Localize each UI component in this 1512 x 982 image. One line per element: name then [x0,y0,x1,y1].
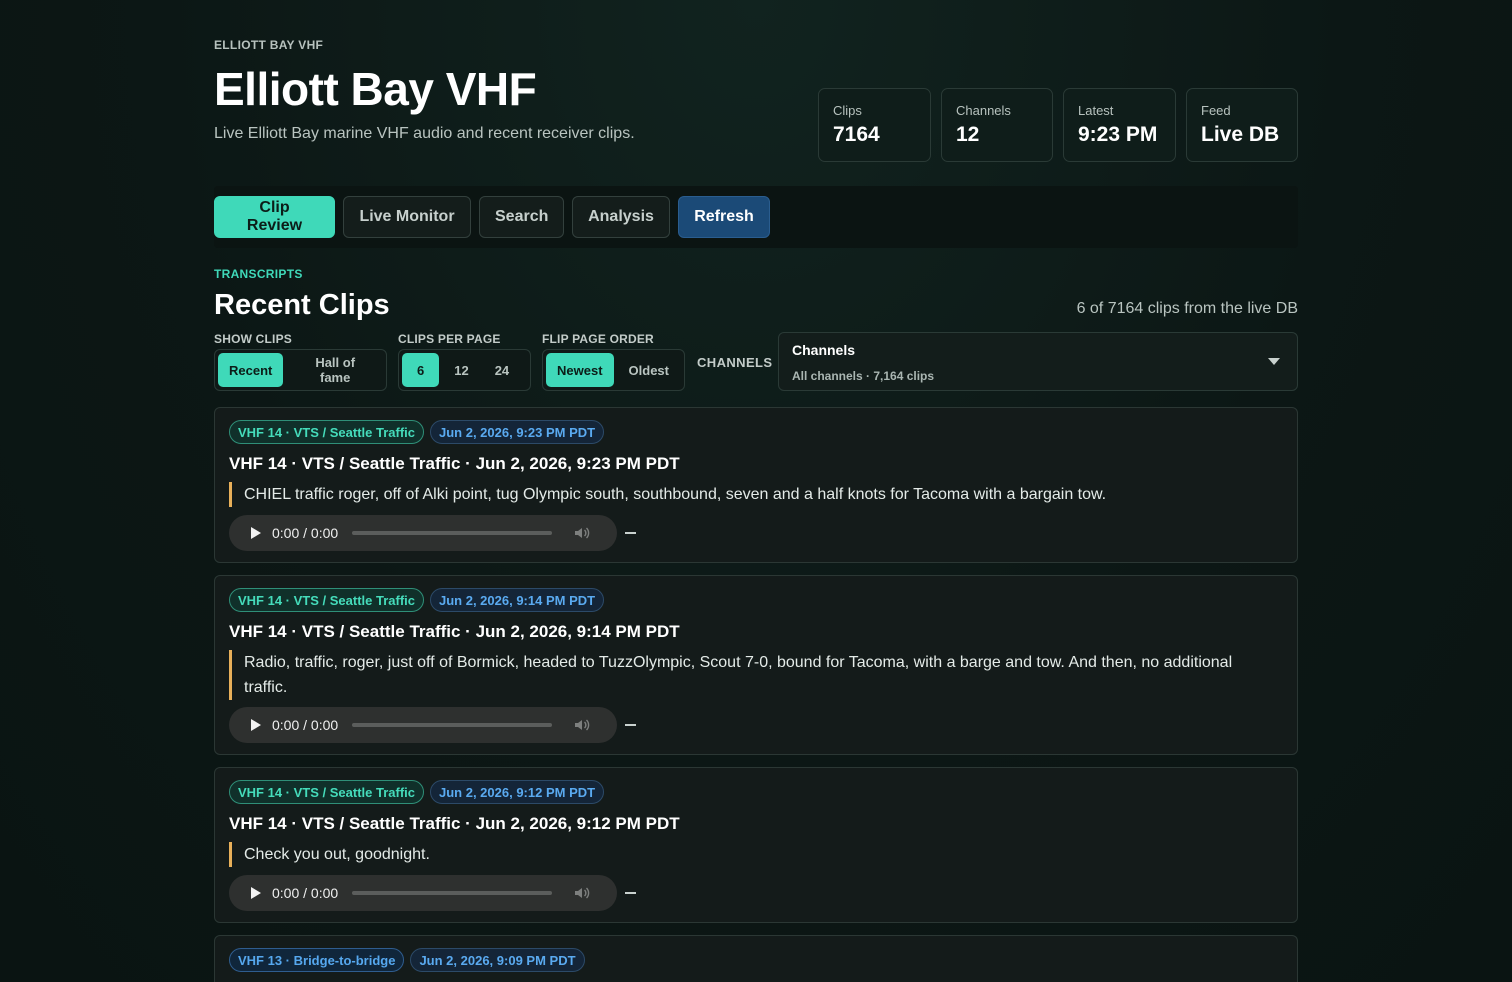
clip-title: VHF 14 · VTS / Seattle Traffic · Jun 2, … [229,622,680,641]
chevron-down-icon [1268,358,1280,365]
stat-value: 7164 [833,123,880,146]
per-page-toggle: 6 12 24 [398,349,531,391]
stat-latest: Latest 9:23 PM [1063,88,1176,162]
stat-value: 12 [956,123,980,146]
volume-icon[interactable] [574,885,590,901]
show-recent-button[interactable]: Recent [218,353,284,387]
timestamp-badge: Jun 2, 2026, 9:12 PM PDT [430,780,605,804]
per-page-24-button[interactable]: 24 [484,353,520,387]
clip-badges: VHF 14 · VTS / Seattle Traffic Jun 2, 20… [229,420,605,444]
clip-card: VHF 14 · VTS / Seattle Traffic Jun 2, 20… [214,767,1298,923]
show-clips-label: SHOW CLIPS [214,332,293,346]
stat-feed: Feed Live DB [1186,88,1298,162]
volume-icon[interactable] [574,717,590,733]
clip-card: VHF 13 · Bridge-to-bridge Jun 2, 2026, 9… [214,935,1298,982]
audio-time: 0:00 / 0:00 [272,717,339,733]
clip-card: VHF 14 · VTS / Seattle Traffic Jun 2, 20… [214,407,1298,563]
channel-badge: VHF 14 · VTS / Seattle Traffic [229,420,424,444]
volume-icon[interactable] [574,525,590,541]
tab-search[interactable]: Search [479,196,564,238]
audio-seek-bar[interactable] [352,891,553,895]
channel-badge: VHF 13 · Bridge-to-bridge [229,948,405,972]
tab-live-monitor[interactable]: Live Monitor [343,196,471,238]
section-title: Recent Clips [214,289,390,321]
refresh-button[interactable]: Refresh [678,196,770,238]
channels-dropdown-title: Channels [792,342,856,358]
audio-player: 0:00 / 0:00 [229,515,617,551]
clip-card: VHF 14 · VTS / Seattle Traffic Jun 2, 20… [214,575,1298,755]
tab-bar: Clip Review Live Monitor Search Analysis… [214,186,1298,248]
order-toggle: Newest Oldest [542,349,685,391]
stat-channels: Channels 12 [941,88,1053,162]
stat-label: Channels [956,103,1011,118]
stat-label: Clips [833,103,862,118]
audio-time: 0:00 / 0:00 [272,885,339,901]
timestamp-badge: Jun 2, 2026, 9:14 PM PDT [430,588,605,612]
play-icon[interactable] [251,887,261,899]
clip-title: VHF 14 · VTS / Seattle Traffic · Jun 2, … [229,454,680,473]
stat-label: Latest [1078,103,1114,118]
clip-transcript: Radio, traffic, roger, just off of Bormi… [229,650,1273,700]
order-oldest-button[interactable]: Oldest [618,353,680,387]
clip-count: 6 of 7164 clips from the live DB [1076,300,1298,317]
channels-dropdown-summary: All channels · 7,164 clips [792,369,935,383]
audio-time: 0:00 / 0:00 [272,525,339,541]
channel-badge: VHF 14 · VTS / Seattle Traffic [229,588,424,612]
stat-value: Live DB [1201,123,1280,146]
order-label: FLIP PAGE ORDER [542,332,654,346]
play-icon[interactable] [251,527,261,539]
tab-analysis[interactable]: Analysis [572,196,670,238]
clip-badges: VHF 13 · Bridge-to-bridge Jun 2, 2026, 9… [229,948,585,972]
tab-clip-review[interactable]: Clip Review [214,196,335,238]
clip-badges: VHF 14 · VTS / Seattle Traffic Jun 2, 20… [229,588,605,612]
page-title: Elliott Bay VHF [214,63,537,115]
collapse-icon[interactable] [625,724,636,726]
page-subtitle: Live Elliott Bay marine VHF audio and re… [214,125,635,142]
audio-seek-bar[interactable] [352,723,553,727]
app-eyebrow: ELLIOTT BAY VHF [214,38,324,52]
order-newest-button[interactable]: Newest [546,353,614,387]
stat-value: 9:23 PM [1078,123,1158,146]
stats-bar: Clips 7164 Channels 12 Latest 9:23 PM Fe… [818,88,1298,162]
per-page-12-button[interactable]: 12 [443,353,479,387]
timestamp-badge: Jun 2, 2026, 9:23 PM PDT [430,420,605,444]
stat-clips: Clips 7164 [818,88,931,162]
audio-player: 0:00 / 0:00 [229,707,617,743]
show-clips-toggle: Recent Hall of fame [214,349,387,391]
clip-title: VHF 14 · VTS / Seattle Traffic · Jun 2, … [229,814,680,833]
channels-dropdown[interactable]: Channels All channels · 7,164 clips [778,332,1298,391]
channel-badge: VHF 14 · VTS / Seattle Traffic [229,780,424,804]
per-page-6-button[interactable]: 6 [402,353,440,387]
per-page-label: CLIPS PER PAGE [398,332,501,346]
collapse-icon[interactable] [625,892,636,894]
audio-seek-bar[interactable] [352,531,553,535]
clip-badges: VHF 14 · VTS / Seattle Traffic Jun 2, 20… [229,780,605,804]
timestamp-badge: Jun 2, 2026, 9:09 PM PDT [410,948,585,972]
play-icon[interactable] [251,719,261,731]
collapse-icon[interactable] [625,532,636,534]
show-hall-of-fame-button[interactable]: Hall of fame [287,353,383,387]
channels-label: CHANNELS [697,355,773,370]
clip-transcript: Check you out, goodnight. [229,842,1273,867]
stat-label: Feed [1201,103,1231,118]
clip-transcript: CHIEL traffic roger, off of Alki point, … [229,482,1273,507]
section-eyebrow: TRANSCRIPTS [214,267,303,281]
audio-player: 0:00 / 0:00 [229,875,617,911]
